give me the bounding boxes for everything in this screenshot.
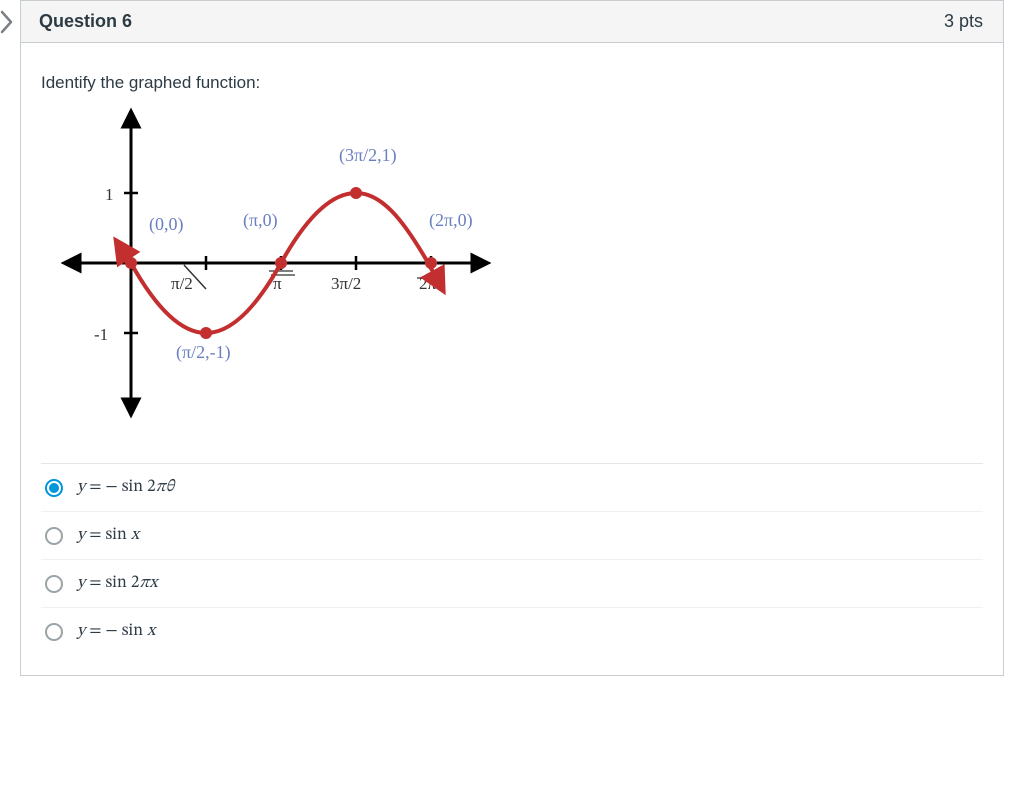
answer-label: y = sin 2πx (77, 573, 157, 594)
answer-option-a[interactable]: y = − sin 2πθ (41, 464, 983, 512)
question-prompt: Identify the graphed function: (41, 73, 983, 93)
question-header: Question 6 3 pts (21, 0, 1003, 43)
radio-icon (45, 479, 63, 497)
answer-list: y = − sin 2πθ y = sin x y = sin 2πx y = … (41, 463, 983, 655)
answer-label: y = − sin x (77, 621, 155, 642)
answer-label: y = sin x (77, 525, 139, 546)
x-tick-3pi2: 3π/2 (331, 274, 361, 293)
anno-pi2-neg1: (π/2,-1) (176, 342, 231, 363)
answer-option-c[interactable]: y = sin 2πx (41, 560, 983, 608)
anno-3pi2-1: (3π/2,1) (339, 145, 397, 166)
answer-option-d[interactable]: y = − sin x (41, 608, 983, 655)
anno-pi-0: (π,0) (243, 210, 278, 231)
answer-option-b[interactable]: y = sin x (41, 512, 983, 560)
question-body: Identify the graphed function: (21, 43, 1003, 675)
radio-icon (45, 575, 63, 593)
radio-icon (45, 623, 63, 641)
question-points: 3 pts (944, 11, 983, 32)
chevron-right-icon (0, 10, 14, 34)
radio-icon (45, 527, 63, 545)
x-tick-pi2: π/2 (171, 274, 193, 293)
answer-label: y = − sin 2πθ (77, 477, 174, 498)
y-tick-1: 1 (105, 185, 114, 204)
anno-0-0: (0,0) (149, 214, 184, 235)
question-title: Question 6 (39, 11, 132, 32)
graph-figure: 1 -1 π/2 π 3π/2 2π (41, 103, 501, 423)
question-card: Question 6 3 pts Identify the graphed fu… (20, 0, 1004, 676)
anno-2pi-0: (2π,0) (429, 210, 473, 231)
y-tick-neg1: -1 (94, 325, 108, 344)
